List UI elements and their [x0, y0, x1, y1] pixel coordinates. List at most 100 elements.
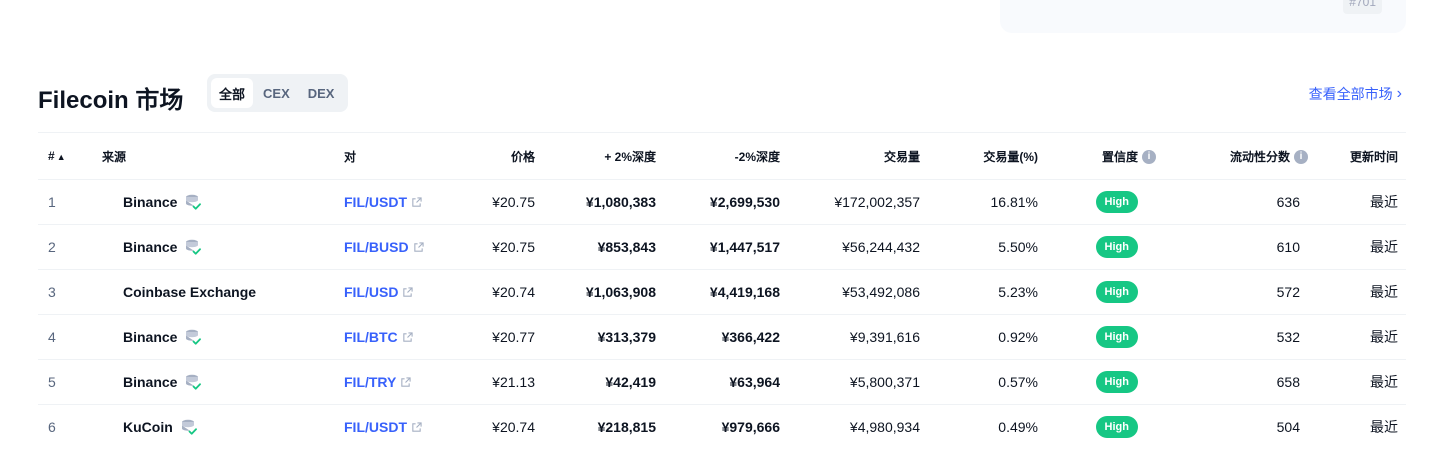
row-pair[interactable]: FIL/BUSD	[336, 224, 456, 270]
row-updated: 最近	[1316, 269, 1406, 315]
exchange-name[interactable]: KuCoin	[123, 419, 173, 435]
filter-dex-button[interactable]: DEX	[300, 78, 343, 108]
row-rank: 4	[38, 314, 94, 360]
header-confidence[interactable]: 置信度 i	[1046, 132, 1164, 180]
pair-link[interactable]: FIL/USDT	[344, 419, 407, 435]
row-pair[interactable]: FIL/TRY	[336, 359, 456, 405]
exchange-name[interactable]: Binance	[123, 239, 177, 255]
row-exchange[interactable]: Binance	[94, 314, 336, 360]
row-volume-pct: 5.23%	[928, 269, 1046, 315]
sort-up-icon: ▲	[56, 151, 66, 162]
header-minus-depth[interactable]: -2%深度	[664, 132, 788, 180]
header-plus-depth[interactable]: + 2%深度	[543, 132, 664, 180]
table-row[interactable]: 5 Binance FIL/TRY ¥21.13 ¥42,419 ¥63,964 ¥5,80…	[38, 359, 1406, 405]
row-minus-depth: ¥4,419,168	[664, 269, 788, 315]
row-exchange[interactable]: Binance	[94, 179, 336, 225]
info-icon[interactable]: i	[1142, 150, 1156, 165]
row-plus-depth: ¥1,063,908	[543, 269, 664, 315]
table-row[interactable]: 4 Binance FIL/BTC ¥20.77 ¥313,379 ¥366,422 ¥9,…	[38, 314, 1406, 360]
pair-link[interactable]: FIL/BTC	[344, 329, 398, 345]
table-row[interactable]: 1 Binance FIL/USDT ¥20.75 ¥1,080,383 ¥2,699,5…	[38, 179, 1406, 225]
confidence-badge: High	[1095, 416, 1138, 439]
external-link-icon[interactable]	[411, 422, 422, 433]
exchange-name[interactable]: Binance	[123, 194, 177, 210]
filter-cex-button[interactable]: CEX	[255, 78, 298, 108]
header-price[interactable]: 价格	[456, 132, 543, 180]
row-price: ¥21.13	[456, 359, 543, 405]
exchange-name[interactable]: Binance	[123, 374, 177, 390]
row-price: ¥20.75	[456, 179, 543, 225]
confidence-badge: High	[1095, 371, 1138, 393]
row-volume: ¥9,391,616	[788, 314, 928, 360]
confidence-badge: High	[1095, 236, 1138, 258]
row-exchange[interactable]: KuCoin	[94, 404, 336, 450]
section-title: Filecoin 市场	[38, 87, 184, 114]
row-exchange[interactable]: Coinbase Exchange	[94, 269, 336, 315]
external-link-icon[interactable]	[402, 286, 414, 298]
external-link-icon[interactable]	[411, 196, 422, 208]
header-rank[interactable]: # ▲	[38, 132, 94, 180]
header-volume[interactable]: 交易量	[788, 132, 928, 180]
verified-exchange-icon	[186, 194, 202, 210]
row-volume: ¥172,002,357	[788, 179, 928, 225]
row-pair[interactable]: FIL/USDT	[336, 404, 456, 450]
row-updated: 最近	[1316, 314, 1406, 360]
row-volume: ¥4,980,934	[788, 404, 928, 450]
row-confidence: High	[1046, 359, 1164, 405]
row-volume-pct: 0.92%	[928, 314, 1046, 360]
header-source[interactable]: 来源	[94, 132, 336, 180]
row-minus-depth: ¥63,964	[664, 359, 788, 405]
row-rank: 2	[38, 224, 94, 270]
row-volume-pct: 5.50%	[928, 224, 1046, 270]
row-exchange[interactable]: Binance	[94, 224, 336, 270]
info-icon[interactable]: i	[1294, 150, 1308, 165]
row-pair[interactable]: FIL/USD	[336, 269, 456, 315]
row-price: ¥20.74	[456, 404, 543, 450]
row-price: ¥20.77	[456, 314, 543, 360]
external-link-icon[interactable]	[400, 376, 412, 388]
row-pair[interactable]: FIL/USDT	[336, 179, 456, 225]
row-exchange[interactable]: Binance	[94, 359, 336, 405]
row-updated: 最近	[1316, 359, 1406, 405]
row-confidence: High	[1046, 224, 1164, 270]
pair-link[interactable]: FIL/USD	[344, 284, 398, 300]
row-volume: ¥53,492,086	[788, 269, 928, 315]
pair-link[interactable]: FIL/BUSD	[344, 239, 409, 255]
table-row[interactable]: 3 Coinbase Exchange FIL/USD ¥20.74 ¥1,063,90…	[38, 269, 1406, 315]
verified-exchange-icon	[186, 239, 202, 255]
row-updated: 最近	[1316, 404, 1406, 450]
row-plus-depth: ¥1,080,383	[543, 179, 664, 225]
filter-all-button[interactable]: 全部	[211, 78, 254, 108]
table-row[interactable]: 6 KuCoin FIL/USDT ¥20.74 ¥218,815 ¥979,666 ¥4,…	[38, 404, 1406, 450]
verified-exchange-icon	[181, 420, 197, 435]
external-link-icon[interactable]	[413, 241, 424, 253]
market-filter-group: 全部 CEX DEX	[207, 74, 348, 112]
pair-link[interactable]: FIL/USDT	[344, 194, 407, 210]
verified-exchange-icon	[186, 329, 202, 345]
header-liquidity[interactable]: 流动性分数 i	[1164, 132, 1316, 180]
header-pair[interactable]: 对	[336, 132, 456, 180]
view-all-markets-link[interactable]: 查看全部市场 ›	[1309, 84, 1402, 104]
pair-link[interactable]: FIL/TRY	[344, 374, 396, 390]
top-info-card: #701	[1000, 0, 1406, 33]
verified-exchange-icon	[186, 374, 202, 390]
external-link-icon[interactable]	[402, 331, 413, 343]
row-liquidity: 504	[1164, 404, 1316, 450]
table-header-row: # ▲ 来源 对 价格 + 2%深度 -2%深度 交易量 交易量(%) 置信度 i …	[38, 132, 1406, 180]
row-volume-pct: 0.57%	[928, 359, 1046, 405]
row-price: ¥20.74	[456, 269, 543, 315]
chevron-right-icon: ›	[1396, 85, 1402, 102]
view-all-label: 查看全部市场	[1308, 86, 1393, 102]
header-updated[interactable]: 更新时间	[1316, 132, 1406, 180]
exchange-name[interactable]: Binance	[123, 329, 177, 345]
confidence-badge: High	[1095, 326, 1138, 348]
row-plus-depth: ¥853,843	[543, 224, 664, 270]
row-volume: ¥56,244,432	[788, 224, 928, 270]
row-pair[interactable]: FIL/BTC	[336, 314, 456, 360]
header-volume-pct[interactable]: 交易量(%)	[928, 132, 1046, 180]
exchange-name[interactable]: Coinbase Exchange	[123, 284, 256, 300]
row-confidence: High	[1046, 179, 1164, 225]
table-row[interactable]: 2 Binance FIL/BUSD ¥20.75 ¥853,843 ¥1,447,517…	[38, 224, 1406, 270]
row-confidence: High	[1046, 404, 1164, 450]
row-rank: 1	[38, 179, 94, 225]
